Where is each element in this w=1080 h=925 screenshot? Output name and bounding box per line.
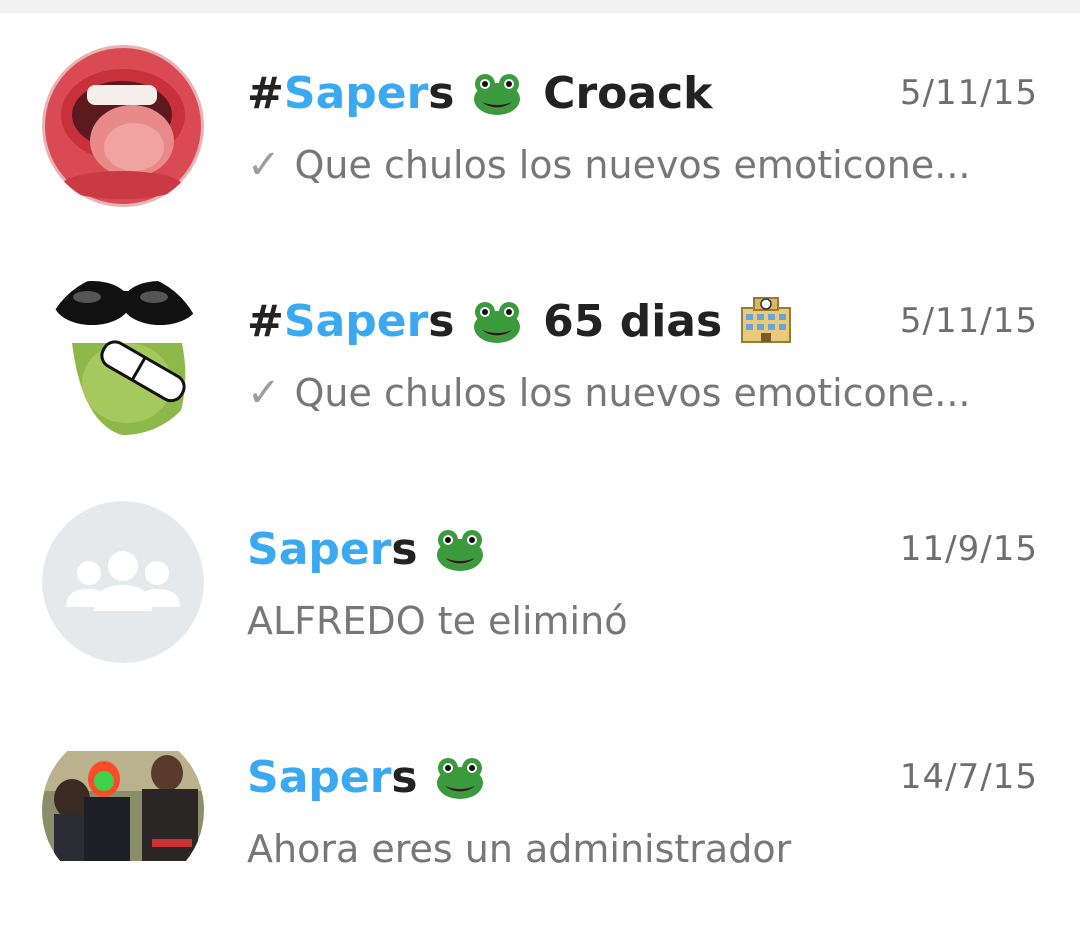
preview-text: Ahora eres un administrador [247, 827, 792, 871]
title-suffix: 65 dias [543, 296, 723, 347]
title-highlight: Saper [247, 752, 392, 803]
title-prefix: # [247, 296, 284, 347]
chat-date: 14/7/15 [899, 757, 1038, 797]
chat-date: 5/11/15 [899, 301, 1038, 341]
title-highlight: Saper [283, 296, 429, 347]
title-after: s [391, 524, 418, 575]
avatar[interactable] [42, 729, 204, 891]
check-icon: ✓ [247, 370, 281, 416]
chat-row[interactable]: #Sapers 65 dias 5/11/15 ✓ Que chulos los… [0, 241, 1080, 469]
lips-avatar-image [42, 45, 204, 207]
frog-face-icon [472, 72, 522, 131]
avatar[interactable] [42, 45, 204, 207]
title-highlight: Saper [247, 524, 392, 575]
chat-title: Sapers [247, 521, 491, 587]
group-photo-avatar-image [42, 729, 204, 891]
chat-date: 5/11/15 [899, 73, 1038, 113]
chat-preview: ✓ Que chulos los nuevos emoticone... [247, 139, 971, 191]
chat-preview: Ahora eres un administrador [247, 823, 791, 875]
title-after: s [391, 752, 418, 803]
frog-face-icon [472, 300, 522, 359]
chat-title: Sapers [247, 749, 491, 815]
frog-sticker-avatar-image [42, 273, 204, 435]
preview-text: Que chulos los nuevos emoticone... [294, 143, 971, 187]
top-bar [0, 0, 1080, 13]
preview-text: Que chulos los nuevos emoticone... [294, 371, 971, 415]
chat-preview: ✓ Que chulos los nuevos emoticone... [247, 367, 971, 419]
title-prefix: # [247, 68, 284, 119]
title-suffix: Croack [543, 68, 713, 119]
frog-face-icon [435, 756, 485, 815]
title-after: s [428, 296, 455, 347]
chat-list[interactable]: #Sapers Croack 5/11/15 ✓ Que chulos los n… [0, 13, 1080, 925]
chat-date: 11/9/15 [899, 529, 1038, 569]
chat-row[interactable]: Sapers 11/9/15 ALFREDO te eliminó [0, 469, 1080, 697]
chat-title: #Sapers 65 dias [247, 293, 798, 359]
hotel-building-icon [740, 294, 792, 359]
default-group-icon [42, 501, 204, 663]
chat-row[interactable]: Sapers 14/7/15 Ahora eres un administrad… [0, 697, 1080, 925]
title-after: s [428, 68, 455, 119]
check-icon: ✓ [247, 142, 281, 188]
preview-text: ALFREDO te eliminó [247, 599, 628, 643]
chat-title: #Sapers Croack [247, 65, 712, 131]
chat-preview: ALFREDO te eliminó [247, 595, 627, 647]
avatar[interactable] [42, 273, 204, 435]
chat-row[interactable]: #Sapers Croack 5/11/15 ✓ Que chulos los n… [0, 13, 1080, 241]
title-highlight: Saper [283, 68, 429, 119]
frog-face-icon [435, 528, 485, 587]
avatar[interactable] [42, 501, 204, 663]
